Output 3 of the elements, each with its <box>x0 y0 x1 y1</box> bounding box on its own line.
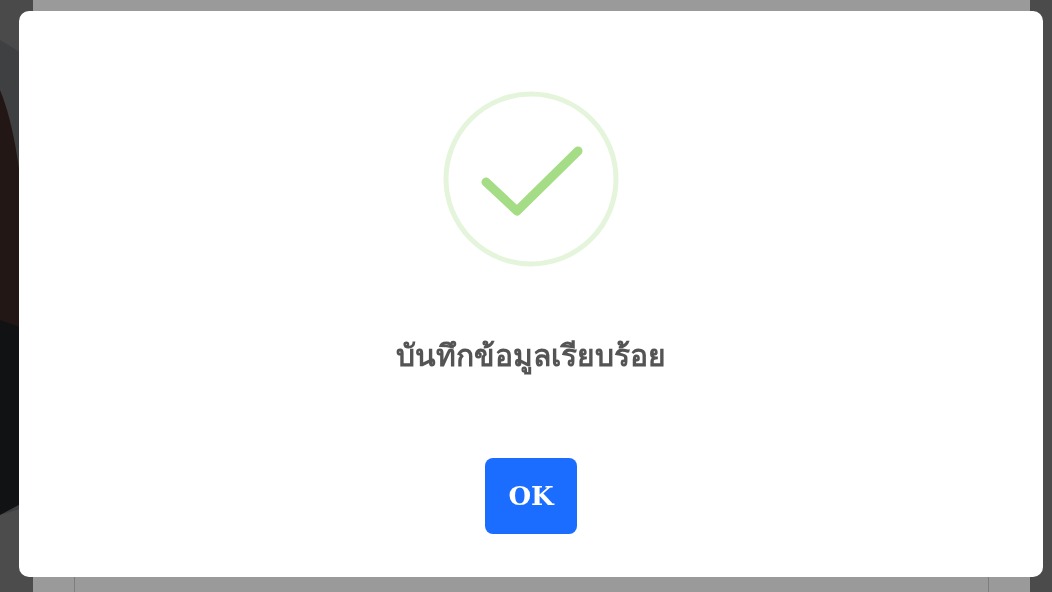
ok-button[interactable]: OK <box>485 458 577 534</box>
dialog-message: บันทึกข้อมูลเรียบร้อย <box>396 336 666 376</box>
success-check-icon <box>442 90 620 268</box>
